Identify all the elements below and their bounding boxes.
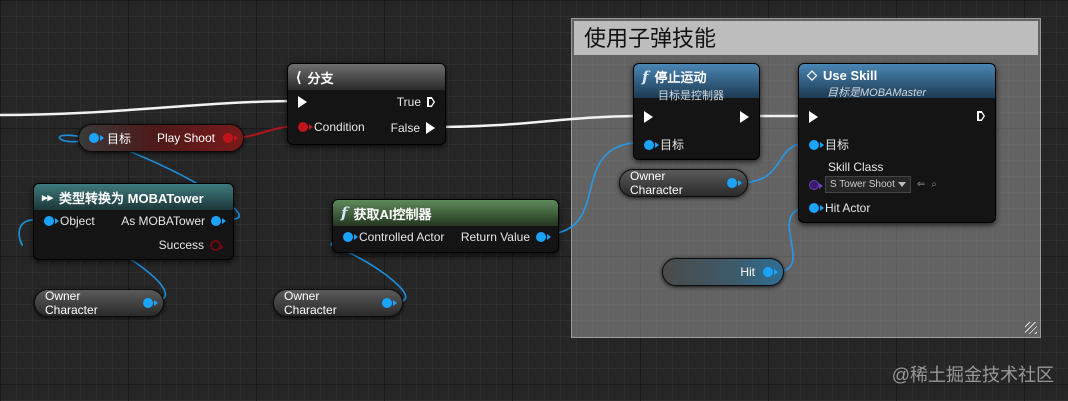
controlled-actor-label: Controlled Actor bbox=[359, 230, 445, 244]
cast-header[interactable]: ▸▸ 类型转换为 MOBATower bbox=[34, 184, 233, 210]
as-tower-pin-icon[interactable] bbox=[211, 216, 226, 226]
use-skill-title: Use Skill bbox=[823, 67, 878, 83]
exec-in-pin-icon[interactable] bbox=[298, 96, 307, 108]
cast-title: 类型转换为 MOBATower bbox=[59, 190, 204, 206]
success-pin-icon[interactable] bbox=[210, 239, 224, 251]
bool-out-pin-icon[interactable] bbox=[223, 133, 238, 143]
exec-wire-false-to-stop bbox=[430, 114, 647, 129]
owner-character-pill-2[interactable]: Owner Character bbox=[273, 289, 403, 317]
owner-character-label: Owner Character bbox=[284, 289, 337, 317]
cast-object-label: Object bbox=[60, 214, 95, 228]
exec-out-pin-icon[interactable] bbox=[740, 111, 749, 123]
stop-movement-header[interactable]: f 停止运动 目标是控制器 bbox=[634, 64, 759, 102]
use-skill-node[interactable]: ◇ Use Skill 目标是MOBAMaster 目标 Skill Class… bbox=[798, 63, 996, 223]
condition-pin-icon[interactable] bbox=[298, 122, 313, 132]
play-shoot-target-label: 目标 bbox=[107, 131, 132, 146]
owner-out-pin-icon[interactable] bbox=[382, 298, 397, 308]
owner-character-label: Owner Character bbox=[45, 289, 98, 317]
return-value-pin-icon[interactable] bbox=[536, 232, 551, 242]
chevron-down-icon bbox=[897, 182, 906, 187]
stop-movement-node[interactable]: f 停止运动 目标是控制器 目标 bbox=[633, 63, 760, 160]
cast-icon: ▸▸ bbox=[42, 191, 54, 204]
browse-icon[interactable]: ⌕ bbox=[931, 179, 937, 190]
branch-node[interactable]: ⟨ 分支 True Condition False bbox=[287, 63, 446, 145]
cast-as-label: As MOBATower bbox=[121, 214, 205, 228]
hit-label: Hit bbox=[740, 265, 755, 279]
stop-movement-subtitle: 目标是控制器 bbox=[658, 90, 724, 102]
play-shoot-label: Play Shoot bbox=[156, 131, 215, 145]
owner-out-pin-icon[interactable] bbox=[143, 298, 158, 308]
skill-class-pin-icon[interactable] bbox=[809, 179, 823, 190]
branch-header[interactable]: ⟨ 分支 bbox=[288, 64, 445, 90]
function-icon: f bbox=[341, 204, 348, 222]
branch-false-label: False bbox=[390, 121, 420, 135]
stop-movement-title: 停止运动 bbox=[654, 70, 707, 85]
skill-class-label: Skill Class bbox=[828, 160, 884, 174]
skill-class-value: S Tower Shoot bbox=[830, 179, 895, 190]
use-skill-subtitle: 目标是MOBAMaster bbox=[827, 87, 927, 99]
owner-character-label: Owner Character bbox=[630, 169, 683, 197]
target-pin-icon[interactable] bbox=[89, 133, 104, 143]
get-ai-header[interactable]: f 获取AI控制器 bbox=[333, 200, 558, 226]
exec-in-pin-icon[interactable] bbox=[809, 111, 818, 123]
function-icon: f bbox=[642, 67, 649, 86]
event-diamond-icon: ◇ bbox=[807, 67, 817, 82]
use-selected-icon[interactable]: ⇐ bbox=[917, 179, 925, 190]
use-skill-header[interactable]: ◇ Use Skill 目标是MOBAMaster bbox=[799, 64, 995, 99]
branch-condition-label: Condition bbox=[314, 120, 365, 134]
exec-out-pin-icon[interactable] bbox=[977, 111, 985, 121]
branch-icon: ⟨ bbox=[296, 68, 302, 85]
branch-title: 分支 bbox=[307, 70, 334, 86]
cast-node[interactable]: ▸▸ 类型转换为 MOBATower Object As MOBATower S… bbox=[33, 183, 234, 260]
get-ai-title: 获取AI控制器 bbox=[353, 206, 432, 222]
hit-actor-label: Hit Actor bbox=[825, 201, 871, 215]
use-skill-target-label: 目标 bbox=[825, 138, 850, 152]
get-ai-controller-node[interactable]: f 获取AI控制器 Controlled Actor Return Value bbox=[332, 199, 559, 253]
hit-out-pin-icon[interactable] bbox=[763, 267, 778, 277]
target-pin-icon[interactable] bbox=[644, 139, 659, 150]
exec-true-pin-icon[interactable] bbox=[427, 97, 435, 107]
branch-true-label: True bbox=[396, 95, 421, 109]
hit-pill[interactable]: Hit bbox=[662, 258, 784, 286]
owner-out-pin-icon[interactable] bbox=[727, 178, 742, 188]
object-in-pin-icon[interactable] bbox=[44, 216, 59, 226]
play-shoot-pill[interactable]: 目标 Play Shoot bbox=[78, 124, 244, 152]
skill-class-select[interactable]: S Tower Shoot bbox=[825, 176, 911, 193]
controlled-actor-pin-icon[interactable] bbox=[343, 232, 358, 242]
stop-movement-target-label: 目标 bbox=[660, 138, 685, 152]
exec-false-pin-icon[interactable] bbox=[426, 122, 435, 134]
owner-character-pill-3[interactable]: Owner Character bbox=[619, 169, 748, 197]
exec-wire-in bbox=[0, 99, 302, 117]
target-pin-icon[interactable] bbox=[809, 139, 824, 150]
watermark: @稀土掘金技术社区 bbox=[891, 365, 1054, 385]
exec-in-pin-icon[interactable] bbox=[644, 111, 653, 123]
owner-character-pill-1[interactable]: Owner Character bbox=[34, 289, 164, 317]
hit-actor-pin-icon[interactable] bbox=[809, 203, 824, 213]
return-value-label: Return Value bbox=[460, 230, 530, 244]
cast-success-label: Success bbox=[158, 238, 204, 252]
